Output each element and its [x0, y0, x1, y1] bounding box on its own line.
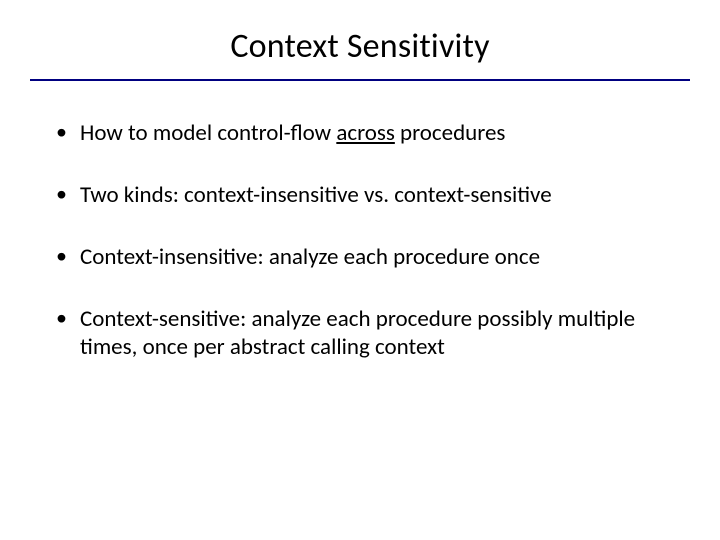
title-block: Context Sensitivity	[50, 26, 670, 81]
bullet-text: How to model control-flow	[80, 119, 336, 147]
bullet-text: procedures	[395, 119, 506, 147]
bullet-underline: across	[336, 119, 395, 147]
bullet-text: Context-insensitive: analyze each proced…	[80, 243, 540, 271]
bullet-text: Two kinds: context-insensitive vs. conte…	[80, 181, 552, 209]
list-item: How to model control-flow across procedu…	[50, 119, 670, 147]
bullet-list: How to model control-flow across procedu…	[50, 119, 670, 361]
slide-body: How to model control-flow across procedu…	[50, 119, 670, 361]
bullet-text: Context-sensitive: analyze each procedur…	[80, 305, 635, 361]
title-underline	[30, 79, 690, 81]
list-item: Context-sensitive: analyze each procedur…	[50, 305, 670, 361]
slide-title: Context Sensitivity	[50, 26, 670, 67]
slide: Context Sensitivity How to model control…	[0, 0, 720, 540]
list-item: Context-insensitive: analyze each proced…	[50, 243, 670, 271]
list-item: Two kinds: context-insensitive vs. conte…	[50, 181, 670, 209]
